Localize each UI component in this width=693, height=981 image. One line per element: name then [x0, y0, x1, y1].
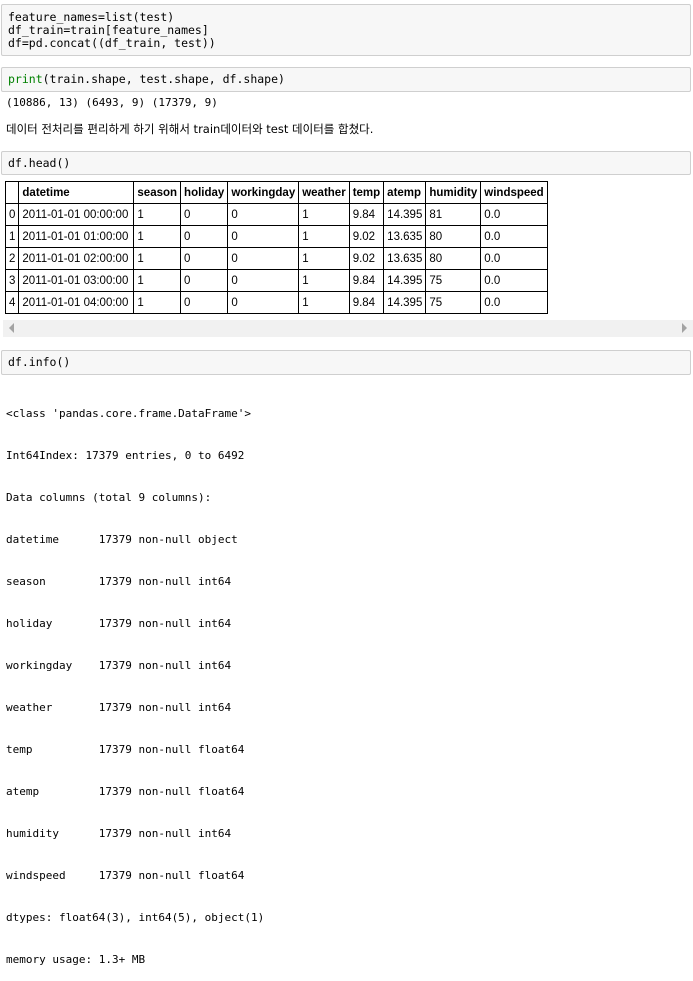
- table-cell: 14.395: [383, 291, 427, 314]
- table-cell: 9.02: [348, 225, 385, 248]
- table-cell: 0.0: [480, 203, 548, 226]
- code-cell-info[interactable]: df.info(): [1, 350, 691, 375]
- table-cell: 1: [298, 291, 350, 314]
- info-line: humidity 17379 non-null int64: [6, 827, 232, 840]
- info-line: Data columns (total 9 columns):: [6, 491, 212, 504]
- info-line: workingday 17379 non-null int64: [6, 659, 232, 672]
- info-line: atemp 17379 non-null float64: [6, 785, 245, 798]
- table-cell: 1: [133, 225, 182, 248]
- table-cell: 0.0: [480, 269, 548, 292]
- column-header: temp: [348, 181, 385, 204]
- table-cell: 9.02: [348, 247, 385, 270]
- table-cell: 0.0: [480, 247, 548, 270]
- column-header: [4, 181, 20, 204]
- info-line: datetime 17379 non-null object: [6, 533, 238, 546]
- table-row: 4 2011-01-01 04:00:00 1 0 0 1 9.84 14.39…: [4, 291, 548, 314]
- table-cell: 0: [227, 203, 300, 226]
- table-cell: 0.0: [480, 225, 548, 248]
- table-cell: 2011-01-01 03:00:00: [18, 269, 135, 292]
- table-cell: 1: [133, 247, 182, 270]
- table-cell: 2011-01-01 04:00:00: [18, 291, 135, 314]
- info-line: dtypes: float64(3), int64(5), object(1): [6, 911, 265, 924]
- column-header: season: [133, 181, 182, 204]
- row-index: 1: [4, 225, 20, 248]
- table-cell: 0: [180, 247, 229, 270]
- column-header: datetime: [18, 181, 135, 204]
- code-cell-concat[interactable]: feature_names=list(test) df_train=train[f…: [1, 4, 691, 56]
- table-cell: 0: [227, 225, 300, 248]
- table-cell: 13.635: [383, 225, 427, 248]
- table-cell: 1: [298, 247, 350, 270]
- column-header: humidity: [425, 181, 482, 204]
- column-header: atemp: [383, 181, 427, 204]
- table-cell: 0: [180, 291, 229, 314]
- table-cell: 1: [298, 203, 350, 226]
- table-cell: 80: [425, 247, 482, 270]
- info-line: weather 17379 non-null int64: [6, 701, 232, 714]
- dataframe-table: datetime season holiday workingday weath…: [4, 181, 548, 314]
- info-line: <class 'pandas.core.frame.DataFrame'>: [6, 407, 252, 420]
- table-cell: 0: [227, 247, 300, 270]
- info-line: windspeed 17379 non-null float64: [6, 869, 245, 882]
- row-index: 2: [4, 247, 20, 270]
- column-header: windspeed: [480, 181, 548, 204]
- table-cell: 0: [180, 225, 229, 248]
- table-cell: 0: [227, 269, 300, 292]
- row-index: 3: [4, 269, 20, 292]
- print-keyword: print: [8, 72, 43, 86]
- table-cell: 1: [133, 291, 182, 314]
- table-cell: 2011-01-01 02:00:00: [18, 247, 135, 270]
- markdown-text: 데이터 전처리를 편리하게 하기 위해서 train데이터와 test 데이터를…: [6, 122, 374, 136]
- table-row: 0 2011-01-01 00:00:00 1 0 0 1 9.84 14.39…: [4, 203, 548, 226]
- column-header: workingday: [227, 181, 300, 204]
- table-cell: 0: [180, 203, 229, 226]
- table-cell: 9.84: [348, 291, 385, 314]
- table-row: 1 2011-01-01 01:00:00 1 0 0 1 9.02 13.63…: [4, 225, 548, 248]
- table-cell: 9.84: [348, 269, 385, 292]
- shape-output: (10886, 13) (6493, 9) (17379, 9): [6, 96, 218, 109]
- table-cell: 2011-01-01 01:00:00: [18, 225, 135, 248]
- table-cell: 1: [298, 269, 350, 292]
- code-text: df.info(): [8, 355, 71, 369]
- code-text: (train.shape, test.shape, df.shape): [42, 72, 285, 86]
- scroll-left-arrow-icon[interactable]: [9, 323, 14, 333]
- row-index: 0: [4, 203, 20, 226]
- table-cell: 9.84: [348, 203, 385, 226]
- table-cell: 81: [425, 203, 482, 226]
- table-cell: 0: [227, 291, 300, 314]
- table-cell: 2011-01-01 00:00:00: [18, 203, 135, 226]
- table-cell: 1: [298, 225, 350, 248]
- table-cell: 14.395: [383, 269, 427, 292]
- table-cell: 1: [133, 269, 182, 292]
- table-cell: 75: [425, 291, 482, 314]
- code-line: df=pd.concat((df_train, test)): [8, 36, 216, 50]
- table-cell: 80: [425, 225, 482, 248]
- row-index: 4: [4, 291, 20, 314]
- column-header: holiday: [180, 181, 229, 204]
- column-header: weather: [298, 181, 350, 204]
- table-header-row: datetime season holiday workingday weath…: [4, 181, 548, 204]
- info-line: temp 17379 non-null float64: [6, 743, 245, 756]
- info-line: season 17379 non-null int64: [6, 575, 232, 588]
- horizontal-scrollbar[interactable]: [3, 320, 693, 337]
- info-line: Int64Index: 17379 entries, 0 to 6492: [6, 449, 245, 462]
- table-cell: 0: [180, 269, 229, 292]
- info-output: <class 'pandas.core.frame.DataFrame'> In…: [6, 379, 264, 981]
- code-text: df.head(): [8, 156, 71, 170]
- table-cell: 0.0: [480, 291, 548, 314]
- table-cell: 1: [133, 203, 182, 226]
- code-cell-head[interactable]: df.head(): [1, 151, 691, 175]
- code-cell-print-shape[interactable]: print(train.shape, test.shape, df.shape): [1, 67, 691, 92]
- info-line: holiday 17379 non-null int64: [6, 617, 232, 630]
- table-cell: 13.635: [383, 247, 427, 270]
- table-cell: 75: [425, 269, 482, 292]
- table-row: 3 2011-01-01 03:00:00 1 0 0 1 9.84 14.39…: [4, 269, 548, 292]
- table-cell: 14.395: [383, 203, 427, 226]
- scroll-right-arrow-icon[interactable]: [682, 323, 687, 333]
- info-line: memory usage: 1.3+ MB: [6, 953, 146, 966]
- table-row: 2 2011-01-01 02:00:00 1 0 0 1 9.02 13.63…: [4, 247, 548, 270]
